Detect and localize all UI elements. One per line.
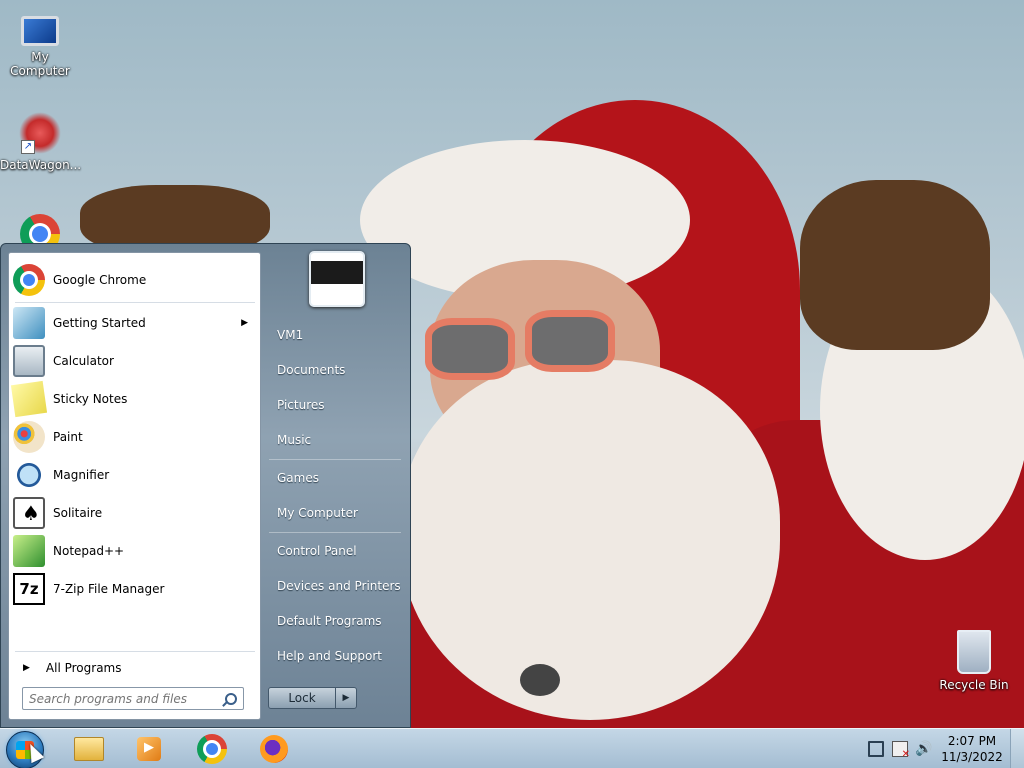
- wallpaper-santa-beard: [400, 360, 780, 720]
- link-label: Music: [277, 433, 312, 447]
- taskbar-firefox-button[interactable]: [249, 732, 299, 766]
- 7zip-icon: 7z: [13, 573, 45, 605]
- network-icon[interactable]: [868, 741, 884, 757]
- search-input[interactable]: [29, 691, 223, 706]
- computer-icon: [21, 16, 59, 46]
- wallpaper-glove-right: [800, 180, 990, 350]
- start-link-music[interactable]: Music: [267, 425, 407, 455]
- desktop-icon-my-computer[interactable]: My Computer: [0, 10, 80, 78]
- taskbar-chrome-button[interactable]: [187, 732, 237, 766]
- wallpaper-coat-button: [520, 664, 560, 696]
- start-link-devices-printers[interactable]: Devices and Printers: [267, 571, 407, 601]
- chrome-icon: [197, 734, 227, 764]
- right-separator: [269, 532, 401, 533]
- user-avatar[interactable]: [309, 251, 365, 307]
- program-label: Paint: [53, 430, 83, 444]
- windows-explorer-icon: [74, 737, 104, 761]
- desktop-icon-label: Recycle Bin: [939, 678, 1009, 692]
- start-link-user[interactable]: VM1: [267, 320, 407, 350]
- solitaire-icon: [13, 497, 45, 529]
- link-label: My Computer: [277, 506, 358, 520]
- link-label: Pictures: [277, 398, 325, 412]
- lock-button[interactable]: Lock: [268, 687, 336, 709]
- system-tray: 🔊 2:07 PM 11/3/2022: [864, 729, 1024, 768]
- program-item-calculator[interactable]: Calculator: [13, 343, 258, 379]
- desktop-icon-recycle-bin[interactable]: Recycle Bin: [934, 630, 1014, 692]
- submenu-arrow-icon: ▶: [241, 318, 248, 328]
- all-programs-label: All Programs: [45, 661, 122, 675]
- shutdown-options-button[interactable]: ▶: [335, 687, 357, 709]
- start-link-control-panel[interactable]: Control Panel: [267, 536, 407, 566]
- paint-icon: [13, 421, 45, 453]
- program-item-sticky-notes[interactable]: Sticky Notes: [10, 380, 258, 418]
- program-item-paint[interactable]: Paint: [13, 419, 258, 455]
- recycle-bin-icon: [957, 630, 991, 674]
- getting-started-icon: [13, 307, 45, 339]
- desktop-icon-label: My Computer: [10, 50, 70, 78]
- magnifier-icon: [13, 459, 45, 491]
- link-label: Default Programs: [277, 614, 382, 628]
- start-link-documents[interactable]: Documents: [267, 355, 407, 385]
- all-programs-button[interactable]: ▶ All Programs: [13, 655, 258, 681]
- clock-date: 11/3/2022: [941, 750, 1003, 764]
- search-icon[interactable]: [225, 692, 237, 705]
- link-label: Help and Support: [277, 649, 382, 663]
- wallpaper-glasses-right: [525, 310, 615, 372]
- taskbar-explorer-button[interactable]: [64, 732, 114, 766]
- start-menu-programs-pane: Google Chrome Getting Started ▶ Calculat…: [8, 252, 261, 720]
- expand-arrow-icon: ▶: [23, 663, 30, 673]
- program-label: 7-Zip File Manager: [53, 582, 165, 596]
- start-link-help-support[interactable]: Help and Support: [267, 641, 407, 671]
- program-label: Magnifier: [53, 468, 110, 482]
- sticky-notes-icon: [10, 380, 48, 418]
- pinned-separator: [15, 302, 255, 303]
- link-label: Documents: [277, 363, 346, 377]
- link-label: VM1: [277, 328, 304, 342]
- program-label: Sticky Notes: [53, 392, 128, 406]
- arrow-right-icon: ▶: [342, 693, 350, 703]
- desktop-icon-datawagon[interactable]: ↗ DataWagon...: [0, 112, 82, 172]
- start-link-pictures[interactable]: Pictures: [267, 390, 407, 420]
- clock-time: 2:07 PM: [947, 734, 997, 748]
- program-item-getting-started[interactable]: Getting Started ▶: [13, 305, 258, 341]
- program-item-notepadpp[interactable]: Notepad++: [13, 533, 258, 569]
- program-item-solitaire[interactable]: Solitaire: [13, 495, 258, 531]
- pinned-item-google-chrome[interactable]: Google Chrome: [13, 262, 258, 298]
- taskbar: 🔊 2:07 PM 11/3/2022: [0, 728, 1024, 768]
- notepadpp-icon: [13, 535, 45, 567]
- shortcut-arrow-icon: ↗: [21, 140, 35, 154]
- action-center-icon[interactable]: [892, 741, 910, 760]
- all-programs-separator: [15, 651, 255, 652]
- start-link-default-programs[interactable]: Default Programs: [267, 606, 407, 636]
- wallpaper-glasses-left: [425, 318, 515, 380]
- chrome-icon: [20, 214, 60, 244]
- chrome-icon: [13, 264, 45, 296]
- datawagon-icon: ↗: [19, 112, 61, 154]
- start-link-games[interactable]: Games: [267, 463, 407, 493]
- firefox-icon: [260, 735, 288, 763]
- taskbar-media-player-button[interactable]: [124, 732, 174, 766]
- program-item-magnifier[interactable]: Magnifier: [13, 457, 258, 493]
- program-label: Notepad++: [53, 544, 125, 558]
- calculator-icon: [13, 345, 45, 377]
- desktop-icon-chrome-partial[interactable]: [20, 214, 64, 244]
- start-menu: Google Chrome Getting Started ▶ Calculat…: [0, 243, 411, 728]
- right-separator: [269, 459, 401, 460]
- program-label: Calculator: [53, 354, 114, 368]
- volume-icon[interactable]: 🔊: [915, 741, 932, 757]
- media-player-icon: [137, 737, 161, 761]
- link-label: Devices and Printers: [277, 579, 401, 593]
- link-label: Games: [277, 471, 319, 485]
- start-search-box[interactable]: [22, 687, 244, 710]
- lock-label: Lock: [288, 691, 316, 705]
- desktop-icon-label: DataWagon...: [0, 158, 82, 172]
- program-item-7zip[interactable]: 7z 7-Zip File Manager: [13, 571, 258, 607]
- program-label: Google Chrome: [53, 273, 147, 287]
- program-label: Solitaire: [53, 506, 103, 520]
- show-desktop-button[interactable]: [1010, 729, 1024, 768]
- start-link-my-computer[interactable]: My Computer: [267, 498, 407, 528]
- taskbar-clock[interactable]: 2:07 PM 11/3/2022: [940, 733, 1004, 765]
- link-label: Control Panel: [277, 544, 357, 558]
- program-label: Getting Started: [53, 316, 146, 330]
